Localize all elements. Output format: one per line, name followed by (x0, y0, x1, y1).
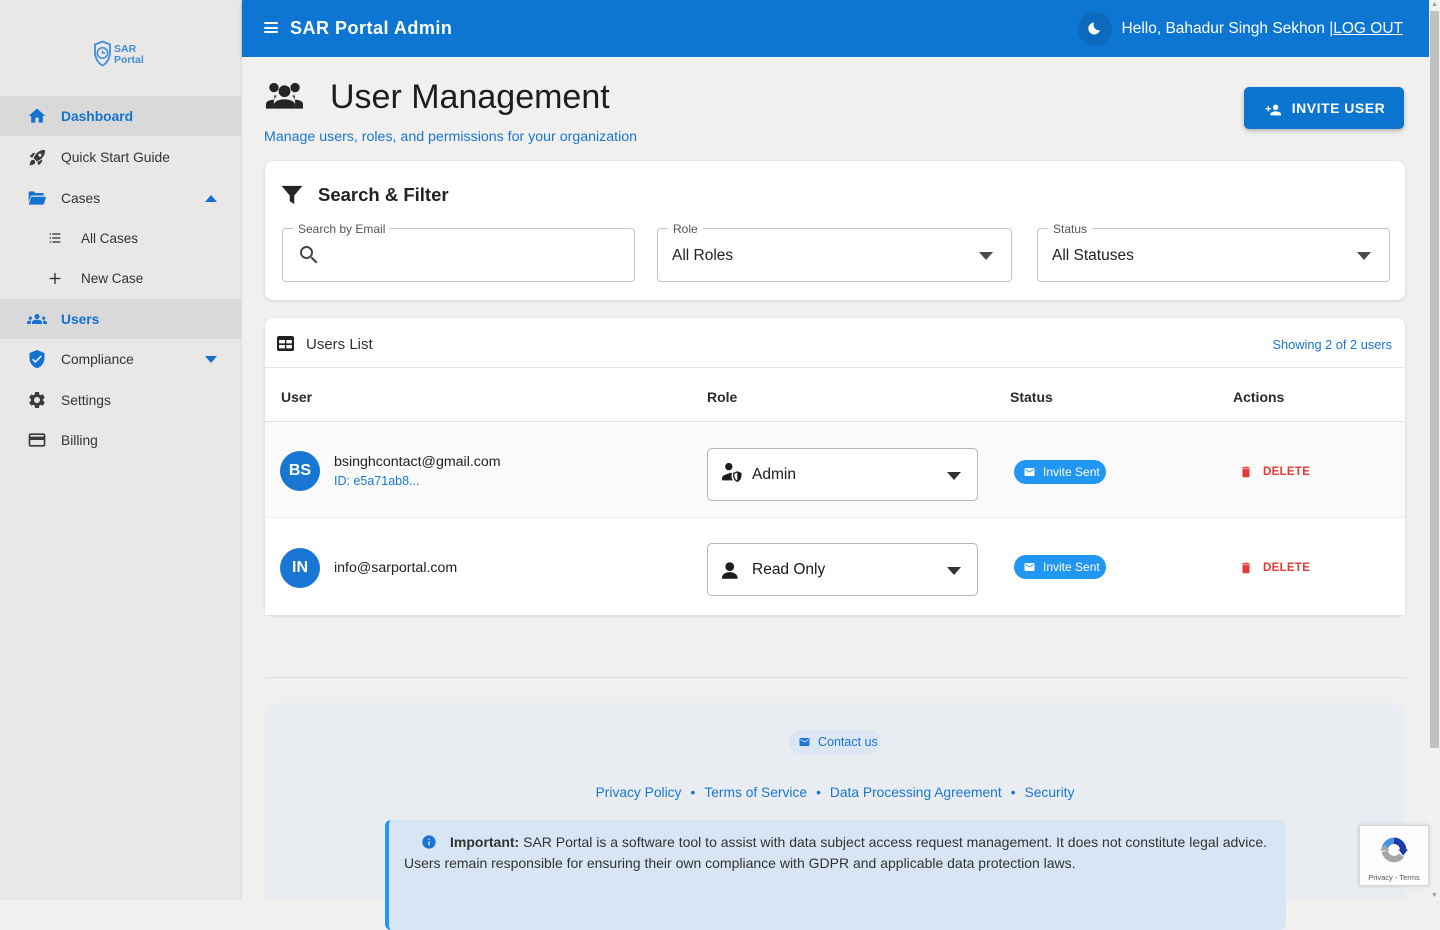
svg-text:Portal: Portal (114, 54, 144, 66)
